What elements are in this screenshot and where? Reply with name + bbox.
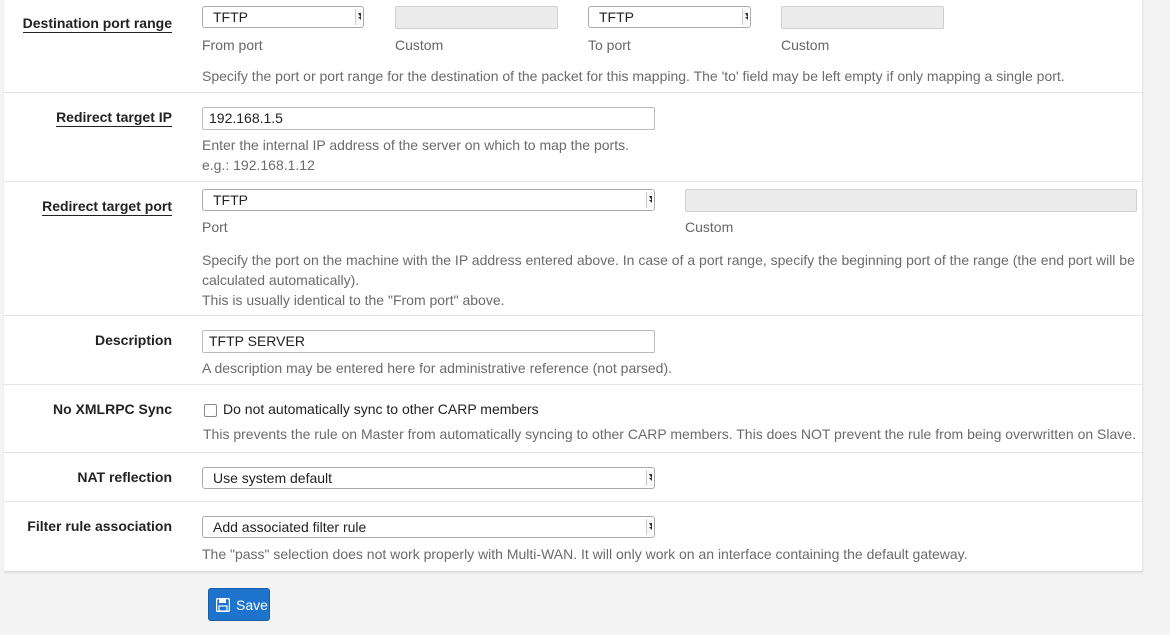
from-port-select[interactable]: TFTP [202, 6, 364, 28]
row-destination-port-range: Destination port range TFTP From port Cu… [4, 0, 1142, 93]
no-xmlrpc-sync-checkbox-label[interactable]: Do not automatically sync to other CARP … [223, 401, 539, 417]
filter-rule-association-value: Add associated filter rule [213, 519, 367, 535]
filter-rule-association-label: Filter rule association [27, 518, 172, 534]
redirect-target-port-help-1: Specify the port on the machine with the… [202, 252, 1135, 268]
redirect-target-ip-help: Enter the internal IP address of the ser… [202, 137, 629, 153]
redirect-target-ip-example: e.g.: 192.168.1.12 [202, 157, 315, 173]
chevron-down-icon [742, 9, 748, 25]
redirect-target-port-label: Redirect target port [42, 198, 172, 216]
redirect-target-port-custom-input[interactable] [685, 189, 1137, 212]
filter-rule-association-help: The "pass" selection does not work prope… [202, 546, 968, 562]
redirect-target-port-select[interactable]: TFTP [202, 189, 655, 211]
chevron-down-icon [646, 519, 652, 535]
redirect-target-ip-input[interactable]: 192.168.1.5 [202, 107, 655, 130]
row-nat-reflection: NAT reflection Use system default [4, 453, 1142, 502]
redirect-port-caption: Port [202, 219, 228, 235]
row-no-xmlrpc-sync: No XMLRPC Sync Do not automatically sync… [4, 385, 1142, 453]
from-port-value: TFTP [213, 9, 248, 25]
save-button[interactable]: Save [208, 588, 270, 621]
filter-rule-association-select[interactable]: Add associated filter rule [202, 516, 655, 538]
to-port-select[interactable]: TFTP [588, 6, 751, 28]
chevron-down-icon [355, 9, 361, 25]
row-filter-rule-association: Filter rule association Add associated f… [4, 502, 1142, 571]
from-port-custom-input[interactable] [395, 6, 558, 29]
redirect-target-port-value: TFTP [213, 192, 248, 208]
to-port-value: TFTP [599, 9, 634, 25]
floppy-disk-icon [216, 598, 230, 612]
to-port-custom-input[interactable] [781, 6, 944, 29]
from-port-caption: From port [202, 37, 263, 53]
destination-port-range-label: Destination port range [22, 15, 172, 33]
destination-port-help: Specify the port or port range for the d… [202, 68, 1065, 84]
description-label: Description [94, 332, 172, 348]
to-custom-caption: Custom [781, 37, 830, 53]
description-help: A description may be entered here for ad… [202, 360, 673, 376]
port-forward-form-panel: Destination port range TFTP From port Cu… [4, 0, 1143, 572]
no-xmlrpc-sync-checkbox[interactable] [204, 404, 217, 417]
redirect-target-port-help-3: This is usually identical to the "From p… [202, 292, 505, 308]
save-button-label: Save [236, 597, 268, 613]
no-xmlrpc-sync-label: No XMLRPC Sync [52, 401, 172, 417]
row-redirect-target-ip: Redirect target IP 192.168.1.5 Enter the… [4, 93, 1142, 182]
nat-reflection-label: NAT reflection [77, 469, 172, 485]
description-input[interactable]: TFTP SERVER [202, 330, 655, 353]
nat-reflection-select[interactable]: Use system default [202, 467, 655, 489]
from-custom-caption: Custom [395, 37, 444, 53]
nat-reflection-value: Use system default [213, 470, 333, 486]
chevron-down-icon [646, 192, 652, 208]
chevron-down-icon [646, 470, 652, 486]
redirect-target-port-help-2: calculated automatically). [202, 272, 360, 288]
redirect-custom-caption: Custom [685, 219, 734, 235]
no-xmlrpc-sync-help: This prevents the rule on Master from au… [203, 426, 1136, 442]
to-port-caption: To port [588, 37, 631, 53]
row-description: Description TFTP SERVER A description ma… [4, 316, 1142, 385]
row-redirect-target-port: Redirect target port TFTP Port Custom Sp… [4, 182, 1142, 316]
redirect-target-ip-label: Redirect target IP [56, 109, 172, 127]
